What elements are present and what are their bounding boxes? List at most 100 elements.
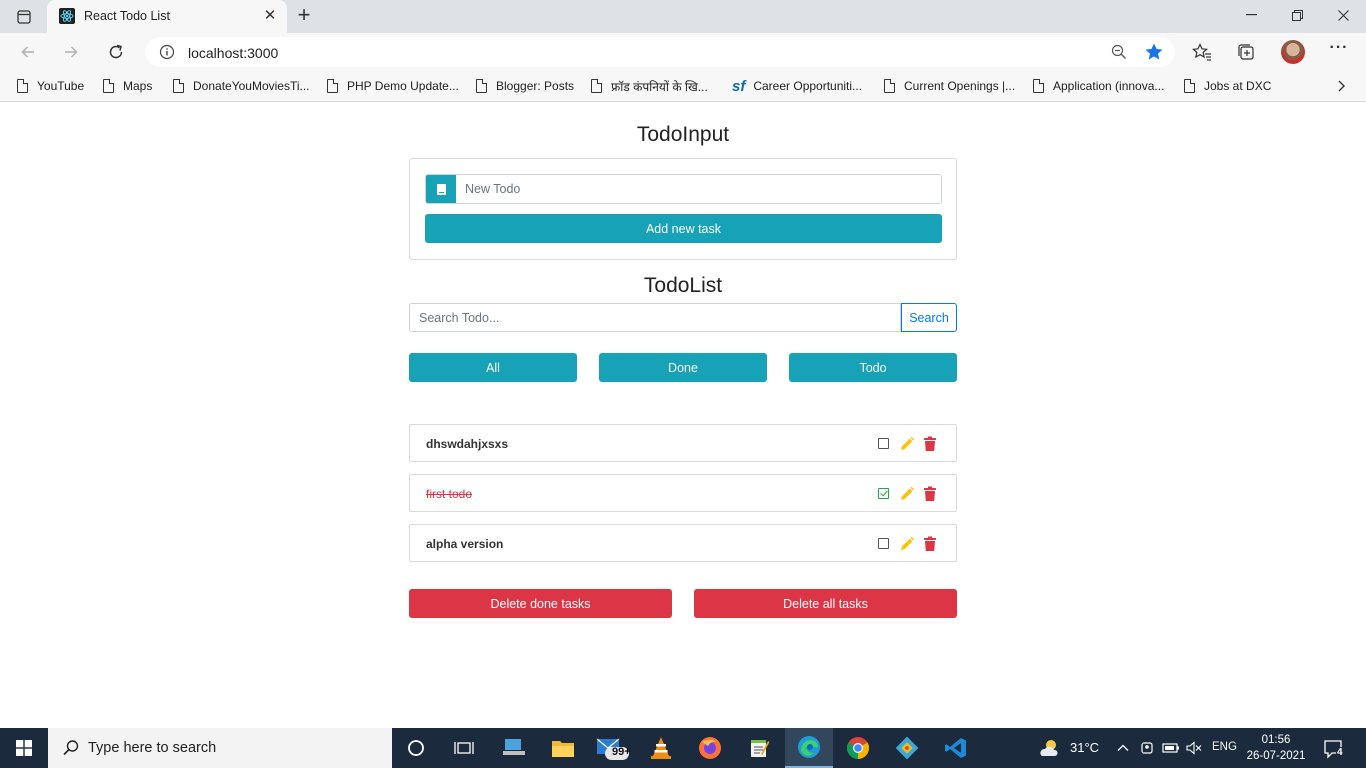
back-icon[interactable] (16, 40, 40, 64)
system-clock[interactable]: 01:56 26-07-2021 (1244, 732, 1308, 764)
checkbox-icon[interactable] (878, 438, 889, 449)
restore-icon[interactable] (1282, 5, 1312, 25)
bookmark-label: Career Opportuniti... (753, 79, 863, 93)
windows-taskbar: Type here to search 99+ 31°C ENG 01:56 2… (0, 728, 1366, 768)
pencil-icon[interactable] (899, 436, 915, 452)
trash-icon[interactable] (923, 486, 937, 502)
tab-strip: React Todo List ✕ + (0, 0, 1366, 33)
bookmark-dxc[interactable]: Jobs at DXC (1184, 77, 1271, 95)
todo-text: dhswdahjxsxs (426, 437, 509, 451)
clock-date: 26-07-2021 (1246, 750, 1306, 762)
bookmark-application[interactable]: Application (innova... (1033, 77, 1164, 95)
favorite-star-icon[interactable] (1144, 42, 1164, 62)
new-todo-input[interactable] (456, 175, 941, 203)
meet-now-icon[interactable] (1139, 740, 1155, 756)
filter-done-button[interactable]: Done (599, 353, 767, 382)
windows-start-icon[interactable] (0, 728, 48, 768)
tab-close-icon[interactable]: ✕ (262, 8, 278, 24)
bookmark-hindi[interactable]: फ्रॉड कंपनियों के खि... (591, 77, 708, 95)
edge-browser-icon[interactable] (785, 728, 833, 768)
delete-done-button[interactable]: Delete done tasks (409, 589, 672, 618)
address-bar[interactable]: localhost:3000 (145, 37, 1175, 67)
search-icon (62, 739, 80, 757)
chrome-icon[interactable] (834, 728, 882, 768)
active-tab[interactable]: React Todo List ✕ (47, 0, 287, 33)
bookmark-donate[interactable]: DonateYouMoviesTi... (173, 77, 310, 95)
page-icon (591, 78, 603, 93)
clock-time: 01:56 (1261, 734, 1291, 746)
refresh-icon[interactable] (104, 40, 128, 64)
bookmark-label: DonateYouMoviesTi... (193, 79, 310, 93)
filter-todo-button[interactable]: Todo (789, 353, 957, 382)
bookmark-maps[interactable]: Maps (103, 77, 152, 95)
bookmark-label: Maps (123, 79, 153, 93)
vscode-icon[interactable] (932, 728, 980, 768)
chevron-up-icon[interactable] (1116, 741, 1130, 755)
bookmark-career[interactable]: sf Career Opportuniti... (732, 77, 862, 95)
add-task-button[interactable]: Add new task (425, 214, 942, 243)
search-button[interactable]: Search (901, 303, 957, 332)
notepad-icon[interactable] (735, 728, 783, 768)
page-icon (327, 78, 339, 93)
checkbox-icon[interactable] (878, 538, 889, 549)
desktop-app-icon[interactable] (490, 728, 538, 768)
delete-all-button[interactable]: Delete all tasks (694, 589, 957, 618)
more-options-icon[interactable]: ··· (1327, 39, 1351, 63)
mail-icon[interactable]: 99+ (588, 728, 636, 768)
pencil-icon[interactable] (899, 486, 915, 502)
page-icon (103, 78, 115, 93)
trash-icon[interactable] (923, 536, 937, 552)
vlc-icon[interactable] (637, 728, 685, 768)
volume-muted-icon[interactable] (1186, 740, 1202, 756)
bookmark-blogger[interactable]: Blogger: Posts (476, 77, 574, 95)
favorites-icon[interactable] (1192, 42, 1212, 62)
task-view-icon[interactable] (440, 728, 488, 768)
checked-box-icon[interactable] (878, 488, 889, 499)
todo-input-heading: TodoInput (636, 123, 730, 146)
url-text: localhost:3000 (188, 45, 279, 61)
todo-list-heading: TodoList (643, 274, 723, 297)
pencil-icon[interactable] (899, 536, 915, 552)
search-input[interactable] (409, 303, 901, 332)
todo-input-card: Add new task (409, 158, 957, 260)
bookmark-php-demo[interactable]: PHP Demo Update... (327, 77, 459, 95)
todo-text: first todo (426, 487, 473, 501)
collections-icon[interactable] (1236, 42, 1256, 62)
file-explorer-icon[interactable] (539, 728, 587, 768)
close-window-icon[interactable] (1328, 5, 1358, 25)
bookmark-openings[interactable]: Current Openings |... (884, 77, 1015, 95)
page-icon (476, 78, 488, 93)
todo-text: alpha version (426, 537, 504, 551)
bookmark-label: Current Openings |... (904, 79, 1016, 93)
bookmarks-bar: YouTube Maps DonateYouMoviesTi... PHP De… (0, 71, 1366, 102)
cortana-icon[interactable] (392, 728, 440, 768)
language-indicator[interactable]: ENG (1212, 741, 1237, 753)
notification-icon[interactable]: 4 (1322, 738, 1346, 760)
bookmark-label: PHP Demo Update... (347, 79, 459, 93)
book-icon (426, 175, 456, 203)
filter-all-button[interactable]: All (409, 353, 577, 382)
todo-row: alpha version (409, 524, 957, 562)
site-info-icon[interactable] (159, 44, 175, 60)
battery-icon[interactable] (1162, 741, 1180, 755)
taskbar-search[interactable]: Type here to search (48, 728, 392, 768)
new-tab-icon[interactable]: + (292, 4, 316, 27)
bookmark-label: Application (innova... (1053, 79, 1165, 93)
forward-icon[interactable] (59, 40, 83, 64)
trash-icon[interactable] (923, 436, 937, 452)
page-icon (173, 78, 185, 93)
zoom-out-icon[interactable] (1111, 44, 1127, 60)
firefox-icon[interactable] (686, 728, 734, 768)
page-icon (1033, 78, 1045, 93)
profile-avatar[interactable] (1281, 40, 1305, 64)
bookmark-label: Jobs at DXC (1204, 79, 1272, 93)
bookmark-youtube[interactable]: YouTube (17, 77, 84, 95)
minimize-icon[interactable] (1236, 5, 1266, 25)
todo-row: dhswdahjxsxs (409, 424, 957, 462)
sf-logo-icon: sf (732, 77, 746, 95)
chevron-right-icon[interactable] (1333, 78, 1349, 94)
weather-icon[interactable] (1038, 737, 1062, 759)
bookmark-label: फ्रॉड कंपनियों के खि... (611, 79, 708, 94)
tab-actions-icon[interactable] (10, 6, 38, 28)
git-icon[interactable] (883, 728, 931, 768)
